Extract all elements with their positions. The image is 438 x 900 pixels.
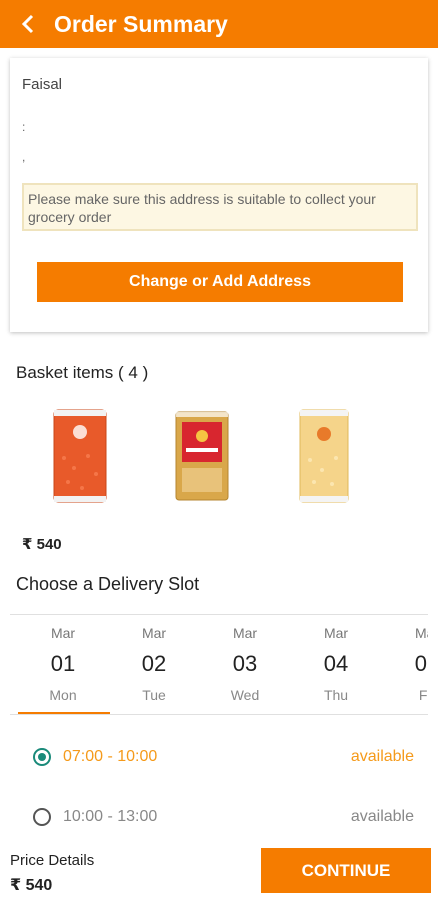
price-total: ₹ 540 (10, 877, 53, 894)
continue-button[interactable]: CONTINUE (261, 848, 431, 893)
date-day: 04 (323, 651, 349, 676)
date-option[interactable]: Mar 04 Thu (291, 615, 381, 715)
date-option[interactable]: Mar 05 Fri (382, 615, 428, 715)
page-title: Order Summary (54, 10, 228, 37)
basket-item-image[interactable] (172, 408, 232, 504)
date-weekday: Fri (418, 687, 428, 703)
date-selector[interactable]: Mar 01 Mon Mar 02 Tue Mar 03 Wed Mar 04 … (10, 614, 428, 715)
date-weekday: Mon (49, 687, 77, 703)
time-slot-option[interactable]: 10:00 - 13:00 available (33, 804, 418, 834)
basket-title: Basket items ( 4 ) (16, 363, 149, 382)
date-option[interactable]: Mar 02 Tue (109, 615, 199, 715)
checkout-bar: Price Details ₹ 540 CONTINUE (0, 840, 438, 900)
address-line-1: : (22, 120, 26, 134)
date-weekday: Wed (230, 687, 260, 703)
basket-item-image[interactable] (294, 408, 354, 504)
date-day: 03 (232, 651, 258, 676)
date-month: Mar (323, 625, 349, 641)
address-card: Faisal : , Please make sure this address… (10, 58, 428, 332)
slot-status: available (350, 808, 414, 825)
date-day: 01 (50, 651, 76, 676)
price-details-label[interactable]: Price Details (10, 852, 94, 869)
date-day: 02 (141, 651, 167, 676)
date-day: 05 (414, 651, 428, 676)
address-note: Please make sure this address is suitabl… (22, 183, 418, 231)
slot-time: 10:00 - 13:00 (63, 808, 158, 825)
address-name: Faisal (22, 76, 63, 93)
date-month: Mar (50, 625, 76, 641)
chevron-left-icon (21, 14, 34, 34)
date-month: Mar (232, 625, 258, 641)
divider (10, 714, 428, 715)
change-address-button[interactable]: Change or Add Address (37, 262, 403, 302)
back-button[interactable] (8, 0, 48, 48)
slot-status: available (350, 748, 414, 765)
radio-selected-icon[interactable] (33, 748, 51, 766)
date-option[interactable]: Mar 03 Wed (200, 615, 290, 715)
basket-total: ₹ 540 (22, 536, 62, 553)
delivery-slot-title: Choose a Delivery Slot (16, 574, 200, 594)
date-month: Mar (141, 625, 167, 641)
date-option[interactable]: Mar 01 Mon (18, 615, 108, 715)
date-weekday: Tue (142, 687, 166, 703)
basket-items (40, 408, 420, 508)
basket-item-image[interactable] (50, 408, 110, 504)
radio-unselected-icon[interactable] (33, 808, 51, 826)
address-line-2: , (22, 150, 26, 164)
app-header: Order Summary (0, 0, 438, 48)
date-month: Mar (414, 625, 428, 641)
date-weekday: Thu (323, 687, 349, 703)
slot-time: 07:00 - 10:00 (63, 748, 158, 765)
time-slot-option[interactable]: 07:00 - 10:00 available (33, 744, 418, 774)
